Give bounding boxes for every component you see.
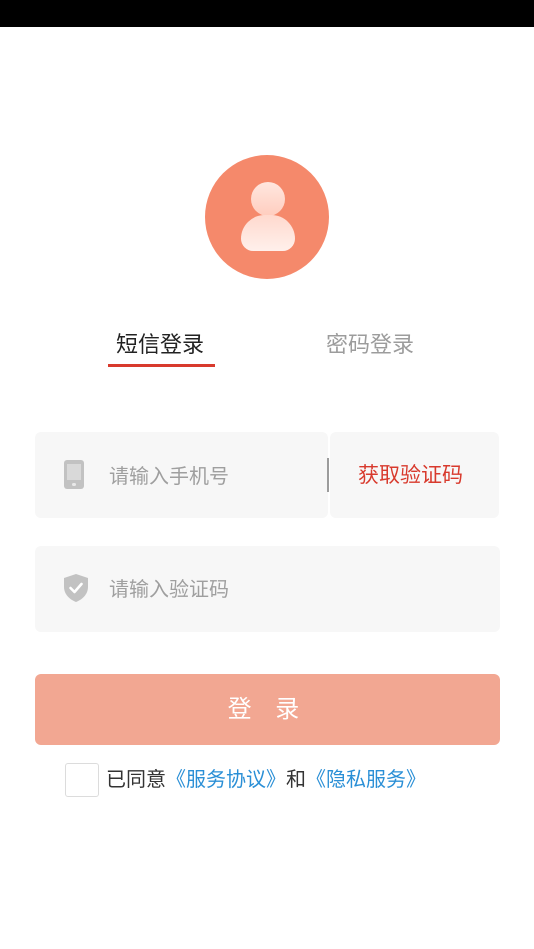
code-field[interactable] [35, 546, 500, 632]
service-agreement-link[interactable]: 《服务协议》 [166, 767, 286, 791]
tab-password-login[interactable]: 密码登录 [326, 330, 414, 362]
avatar-head [251, 182, 285, 216]
status-bar [0, 0, 534, 27]
phone-input[interactable]: 请输入手机号 [109, 461, 229, 491]
agreement-connector: 和 [286, 767, 306, 791]
code-input[interactable]: 请输入验证码 [109, 574, 229, 604]
agree-checkbox[interactable] [65, 763, 99, 797]
user-avatar-icon [205, 155, 329, 279]
shield-check-icon [64, 574, 88, 602]
get-code-button[interactable]: 获取验证码 [358, 460, 463, 490]
tab-sms-login[interactable]: 短信登录 [116, 330, 204, 362]
phone-icon [64, 460, 84, 489]
field-divider [327, 458, 329, 492]
agreement-text: 已同意《服务协议》和《隐私服务》 [106, 764, 426, 794]
login-button[interactable]: 登 录 [35, 674, 500, 745]
avatar-body [241, 215, 295, 251]
active-tab-indicator [108, 364, 215, 367]
privacy-link[interactable]: 《隐私服务》 [306, 767, 426, 791]
agreement-prefix: 已同意 [106, 767, 166, 791]
